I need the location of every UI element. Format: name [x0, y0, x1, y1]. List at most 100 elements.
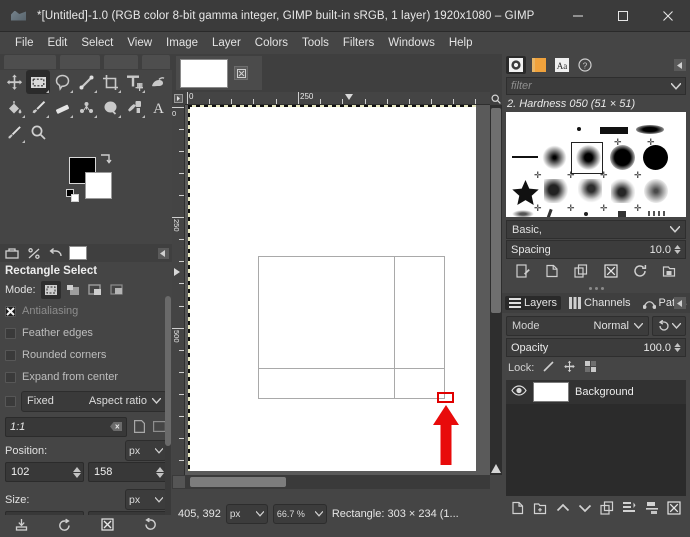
feather-edges-row[interactable]: Feather edges [0, 322, 172, 344]
crop-tool[interactable] [98, 70, 122, 94]
new-layer-button[interactable] [511, 501, 525, 518]
position-x-input[interactable]: 102 [5, 462, 84, 482]
patterns-tab[interactable] [529, 56, 549, 74]
patterns-icon[interactable] [25, 245, 43, 261]
spacing-stepper[interactable] [674, 245, 681, 254]
gradient-tool[interactable] [74, 95, 98, 119]
horizontal-scroll-thumb[interactable] [190, 477, 286, 487]
zoom-combo[interactable]: 66.7 % [272, 504, 327, 524]
selection-rectangle[interactable] [258, 256, 445, 399]
delete-brush-button[interactable] [604, 263, 618, 281]
navigation-icon[interactable] [491, 464, 501, 473]
swap-colors-icon[interactable] [100, 154, 112, 165]
edit-brush-button[interactable] [516, 263, 530, 281]
portrait-orientation-icon[interactable] [131, 418, 147, 436]
close-image-icon[interactable] [234, 66, 248, 80]
rounded-corners-row[interactable]: Rounded corners [0, 344, 172, 366]
new-brush-button[interactable] [545, 264, 559, 281]
magnifier-tool[interactable] [26, 120, 50, 144]
heal-tool[interactable] [122, 95, 146, 119]
layer-mode-switch-button[interactable] [652, 316, 686, 336]
chevron-down-icon[interactable] [578, 502, 592, 517]
horizontal-scrollbar[interactable] [172, 475, 490, 489]
lock-position-icon[interactable] [563, 360, 576, 376]
position-y-input[interactable]: 158 [88, 462, 167, 482]
image-tab[interactable] [176, 56, 262, 90]
collapse-icon[interactable] [158, 247, 169, 259]
close-icon[interactable] [645, 0, 690, 32]
free-select-tool[interactable] [50, 70, 74, 94]
menu-filters[interactable]: Filters [336, 35, 381, 51]
new-layer-group-button[interactable] [533, 501, 547, 518]
eye-icon[interactable] [511, 385, 527, 399]
unified-transform-tool[interactable] [122, 70, 146, 94]
minimize-icon[interactable] [555, 0, 600, 32]
layer-mode-combo[interactable]: Mode Normal [506, 316, 649, 336]
position-x-stepper[interactable] [73, 466, 81, 478]
menu-windows[interactable]: Windows [381, 35, 442, 51]
vertical-scroll-thumb[interactable] [491, 108, 501, 313]
position-y-stepper[interactable] [156, 466, 164, 478]
layers-collapse-icon[interactable] [674, 297, 686, 309]
delete-layer-button[interactable] [667, 500, 681, 518]
rectangle-select-tool[interactable] [26, 70, 50, 94]
zoom-image-icon[interactable] [490, 92, 502, 105]
lock-pixels-icon[interactable] [542, 360, 555, 376]
aspect-ratio-input[interactable]: 1:1 [5, 416, 127, 437]
menu-file[interactable]: File [8, 35, 41, 51]
channels-tab[interactable]: Channels [565, 296, 634, 310]
brush-group-combo[interactable]: Basic, [506, 220, 686, 239]
mode-intersect-button[interactable] [107, 281, 127, 299]
layer-opacity-row[interactable]: Opacity 100.0 [506, 338, 686, 357]
fixed-aspect-combo[interactable]: Fixed Aspect ratio [21, 390, 167, 412]
mode-subtract-button[interactable] [85, 281, 105, 299]
paintbrush-tool[interactable] [26, 95, 50, 119]
antialiasing-row[interactable]: Antialiasing [0, 300, 172, 322]
refresh-brushes-button[interactable] [633, 264, 647, 281]
menu-layer[interactable]: Layer [205, 35, 248, 51]
open-brush-as-image-button[interactable] [662, 264, 676, 281]
layers-tab[interactable]: Layers [505, 296, 562, 310]
menu-help[interactable]: Help [442, 35, 480, 51]
anchor-layer-button[interactable] [622, 501, 636, 518]
undo-history-icon[interactable] [47, 245, 65, 261]
paths-tool[interactable] [74, 70, 98, 94]
brushes-icon[interactable] [3, 245, 21, 261]
menu-edit[interactable]: Edit [41, 35, 75, 51]
antialiasing-checkbox[interactable] [5, 305, 16, 317]
fonts-tab[interactable]: Aa [552, 56, 572, 74]
layer-list[interactable]: Background [506, 380, 686, 496]
reset-tool-options-button[interactable] [144, 517, 157, 534]
lock-alpha-icon[interactable] [584, 360, 597, 376]
menu-tools[interactable]: Tools [295, 35, 336, 51]
vertical-scrollbar[interactable] [490, 105, 502, 475]
restore-tool-preset-button[interactable] [58, 518, 71, 534]
background-color-swatch[interactable] [85, 172, 112, 199]
duplicate-brush-button[interactable] [574, 263, 588, 281]
opacity-stepper[interactable] [674, 343, 681, 352]
color-picker-tool[interactable] [2, 120, 26, 144]
tool-options-scrollbar[interactable] [165, 296, 171, 526]
menu-select[interactable]: Select [74, 35, 120, 51]
bucket-fill-tool[interactable] [2, 95, 26, 119]
dock-separator-grip[interactable] [502, 284, 690, 293]
save-tool-preset-button[interactable] [15, 518, 28, 534]
horizontal-ruler[interactable]: 0 250 [185, 92, 490, 105]
mode-replace-button[interactable] [40, 280, 61, 299]
merge-icon[interactable] [645, 501, 659, 518]
menu-colors[interactable]: Colors [248, 35, 295, 51]
chevron-up-icon[interactable] [556, 502, 570, 517]
brush-grid[interactable]: ✛ ✛ ✛ ✛ ✛ ✛ ✛ ✛ ✛ ✛ [506, 112, 686, 217]
question-mark-icon[interactable]: ? [575, 56, 595, 74]
move-tool[interactable] [2, 70, 26, 94]
eraser-tool[interactable] [50, 95, 74, 119]
smudge-tool[interactable] [146, 70, 170, 94]
statusbar-unit-combo[interactable]: px [225, 504, 268, 524]
clone-stamp-tool[interactable] [98, 95, 122, 119]
mode-add-button[interactable] [63, 281, 83, 299]
expand-from-center-row[interactable]: Expand from center [0, 366, 172, 388]
reset-colors-icon[interactable] [66, 189, 79, 202]
rounded-corners-checkbox[interactable] [5, 349, 16, 361]
expand-from-center-checkbox[interactable] [5, 371, 16, 383]
brush-spacing-row[interactable]: Spacing 10.0 [506, 240, 686, 259]
